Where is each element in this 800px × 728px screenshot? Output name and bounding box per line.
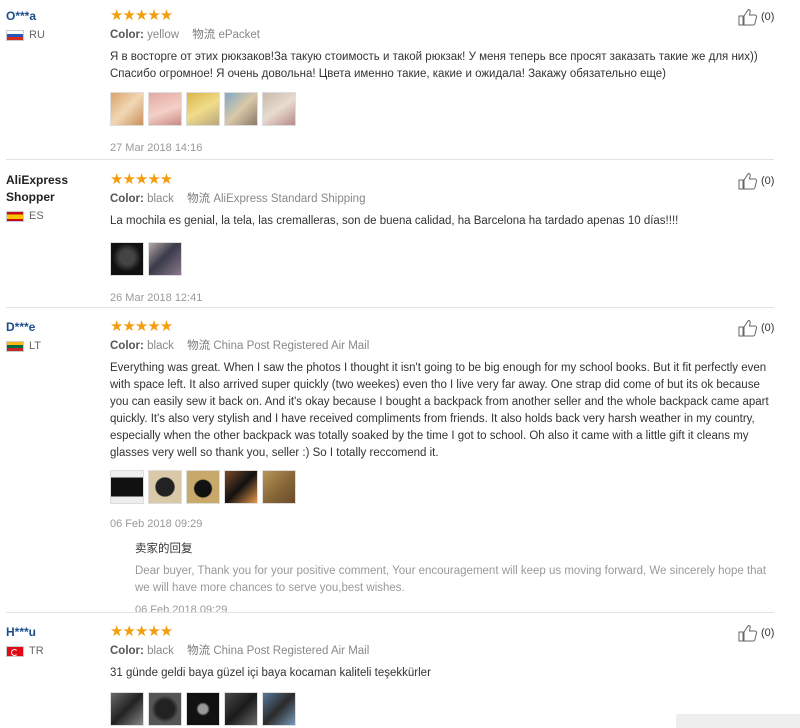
review-date: 26 Mar 2018 12:41 — [110, 292, 203, 304]
country-code: LT — [29, 340, 42, 352]
color-value: black — [147, 645, 174, 657]
helpful-count: (0) — [761, 11, 775, 23]
thumbs-up-icon — [738, 9, 758, 26]
country-code: TR — [29, 645, 44, 657]
color-value: yellow — [147, 29, 180, 41]
country-code: RU — [29, 29, 45, 41]
color-label: Color: — [110, 340, 144, 352]
review-photo-thumbnail[interactable] — [110, 692, 144, 726]
review-meta: Color: black 物流 China Post Registered Ai… — [110, 338, 770, 354]
review-date: 27 Mar 2018 14:16 — [110, 142, 203, 154]
helpful-count: (0) — [761, 627, 775, 639]
star-rating: ★★★★★ — [110, 7, 173, 24]
review-photo-thumbnail[interactable] — [148, 242, 182, 276]
review-meta: Color: black 物流 AliExpress Standard Ship… — [110, 191, 770, 207]
helpful-count: (0) — [761, 322, 775, 334]
review-photo-thumbnail[interactable] — [262, 470, 296, 504]
helpful-button[interactable]: (0) — [738, 172, 774, 190]
shipping-label: 物流 — [187, 340, 211, 352]
review-photo-thumbnail[interactable] — [224, 92, 258, 126]
review-divider — [6, 612, 774, 613]
review-photo-thumbnail[interactable] — [186, 92, 220, 126]
review-photo-thumbnail[interactable] — [186, 470, 220, 504]
reviewer-name: AliExpress Shopper — [6, 173, 69, 204]
color-label: Color: — [110, 193, 144, 205]
country-code: ES — [29, 210, 44, 222]
review-photo-thumbnail[interactable] — [110, 470, 144, 504]
shipping-value: China Post Registered Air Mail — [213, 340, 370, 352]
reviewer-info: O***a RU — [6, 8, 101, 41]
helpful-button[interactable]: (0) — [738, 319, 774, 337]
review-photos — [110, 92, 770, 126]
review-photos — [110, 692, 770, 726]
color-value: black — [147, 340, 174, 352]
review-meta: Color: black 物流 China Post Registered Ai… — [110, 643, 770, 659]
review-photo-thumbnail[interactable] — [148, 692, 182, 726]
shipping-label: 物流 — [187, 645, 211, 657]
reviewer-name: D***e — [6, 320, 36, 334]
helpful-count: (0) — [761, 175, 775, 187]
thumbs-up-icon — [738, 625, 758, 642]
helpful-button[interactable]: (0) — [738, 624, 774, 642]
reviewer-info: D***e LT — [6, 319, 101, 352]
review-photo-thumbnail[interactable] — [148, 92, 182, 126]
review-date: 06 Feb 2018 09:29 — [110, 518, 203, 530]
review-text: Я в восторге от этих рюкзаков!За такую с… — [110, 51, 758, 80]
reviewer-name: H***u — [6, 625, 37, 639]
star-rating: ★★★★★ — [110, 318, 173, 335]
reviewer-country: LT — [6, 340, 101, 352]
review-photo-thumbnail[interactable] — [262, 92, 296, 126]
review-photo-thumbnail[interactable] — [224, 692, 258, 726]
shipping-label: 物流 — [187, 193, 211, 205]
shipping-value: ePacket — [218, 29, 260, 41]
reviewer-country: ES — [6, 210, 101, 222]
flag-lt-icon — [6, 340, 24, 352]
review-photo-thumbnail[interactable] — [262, 692, 296, 726]
seller-reply-title: 卖家的回复 — [135, 543, 193, 555]
review-text: Everything was great. When I saw the pho… — [110, 362, 769, 459]
seller-reply-text: Dear buyer, Thank you for your positive … — [135, 565, 767, 594]
star-rating: ★★★★★ — [110, 171, 173, 188]
review-divider — [6, 307, 774, 308]
helpful-button[interactable]: (0) — [738, 8, 774, 26]
review-photos — [110, 470, 770, 504]
reviewer-country: TR — [6, 645, 101, 657]
thumbs-up-icon — [738, 320, 758, 337]
seller-reply-date: 06 Feb 2018 09:29 — [135, 604, 228, 616]
flag-es-icon — [6, 210, 24, 222]
flag-ru-icon — [6, 29, 24, 41]
reviewer-country: RU — [6, 29, 101, 41]
review-photo-thumbnail[interactable] — [148, 470, 182, 504]
page-corner-overlay — [676, 714, 800, 728]
flag-tr-icon — [6, 645, 24, 657]
review-body: ★★★★★ Color: yellow 物流 ePacket Я в восто… — [110, 8, 770, 156]
shipping-value: AliExpress Standard Shipping — [213, 193, 366, 205]
review-photo-thumbnail[interactable] — [110, 92, 144, 126]
review-photos — [110, 242, 770, 276]
review-divider — [6, 159, 774, 160]
review-text: 31 günde geldi baya güzel içi baya kocam… — [110, 667, 431, 679]
shipping-value: China Post Registered Air Mail — [213, 645, 370, 657]
star-rating: ★★★★★ — [110, 623, 173, 640]
review-body: ★★★★★ Color: black 物流 AliExpress Standar… — [110, 172, 770, 306]
review-meta: Color: yellow 物流 ePacket — [110, 27, 770, 43]
review-photo-thumbnail[interactable] — [224, 470, 258, 504]
color-value: black — [147, 193, 174, 205]
thumbs-up-icon — [738, 173, 758, 190]
shipping-label: 物流 — [192, 29, 216, 41]
reviewer-info: H***u TR — [6, 624, 101, 657]
color-label: Color: — [110, 29, 144, 41]
review-photo-thumbnail[interactable] — [110, 242, 144, 276]
review-body: ★★★★★ Color: black 物流 China Post Registe… — [110, 624, 770, 726]
review-body: ★★★★★ Color: black 物流 China Post Registe… — [110, 319, 770, 618]
color-label: Color: — [110, 645, 144, 657]
review-photo-thumbnail[interactable] — [186, 692, 220, 726]
reviewer-name: O***a — [6, 9, 37, 23]
review-text: La mochila es genial, la tela, las crema… — [110, 215, 679, 227]
reviewer-info: AliExpress Shopper ES — [6, 172, 101, 222]
